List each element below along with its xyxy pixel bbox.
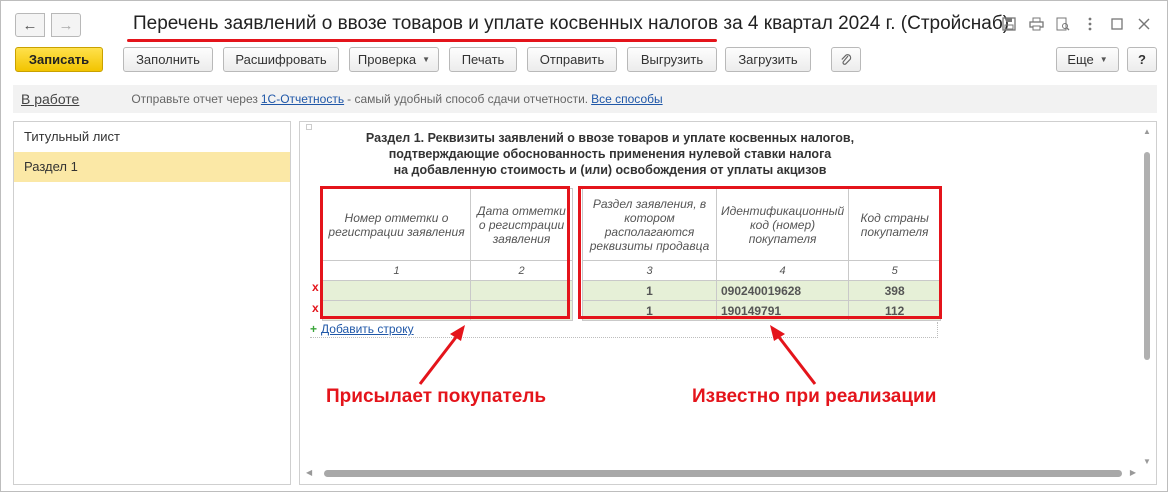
title-bar: ← → Перечень заявлений о ввозе товаров и… <box>1 1 1167 45</box>
more-button[interactable]: Еще ▼ <box>1056 47 1119 72</box>
sidebar-item-title-page[interactable]: Титульный лист <box>14 122 290 152</box>
check-button-label: Проверка <box>357 52 417 67</box>
caret-down-icon: ▼ <box>422 55 431 64</box>
horizontal-scroll-thumb[interactable] <box>324 470 1122 477</box>
send-button[interactable]: Отправить <box>527 47 617 72</box>
more-button-label: Еще <box>1067 52 1094 67</box>
scroll-down-icon[interactable]: ▼ <box>1142 456 1152 468</box>
arrow-left-annotation <box>418 331 462 385</box>
decode-button[interactable]: Расшифровать <box>223 47 339 72</box>
annotation-known-at-sale: Известно при реализации <box>692 386 937 407</box>
arrowhead-left <box>450 325 465 341</box>
info-text-middle: - самый удобный способ сдачи отчетности. <box>347 92 589 106</box>
title-underline-annotation <box>127 39 717 42</box>
reporting-service-link[interactable]: 1С-Отчетность <box>261 92 344 106</box>
print-button[interactable]: Печать <box>449 47 517 72</box>
sidebar-item-section-1[interactable]: Раздел 1 <box>14 152 290 182</box>
info-text-before: Отправьте отчет через <box>131 92 258 106</box>
scroll-up-icon[interactable]: ▲ <box>1142 126 1152 138</box>
vertical-scroll-thumb[interactable] <box>1144 152 1150 360</box>
status-link[interactable]: В работе <box>21 91 79 107</box>
arrow-left-icon: ← <box>22 16 38 34</box>
back-button[interactable]: ← <box>15 13 45 37</box>
info-bar: В работе Отправьте отчет через 1С-Отчетн… <box>13 85 1157 113</box>
close-icon[interactable] <box>1135 15 1153 33</box>
paperclip-icon <box>841 53 852 65</box>
save-icon[interactable] <box>1000 15 1018 33</box>
arrowhead-right <box>770 325 785 341</box>
fill-button[interactable]: Заполнить <box>123 47 213 72</box>
annotation-buyer-sends: Присылает покупатель <box>326 386 547 407</box>
export-button[interactable]: Выгрузить <box>627 47 717 72</box>
scroll-right-icon[interactable]: ▶ <box>1130 468 1136 477</box>
arrow-right-icon: → <box>58 16 74 34</box>
save-button[interactable]: Записать <box>15 47 103 72</box>
toolbar: Записать Заполнить Расшифровать Проверка… <box>1 47 1167 73</box>
scroll-left-icon[interactable]: ◀ <box>306 468 312 477</box>
window-title: Перечень заявлений о ввозе товаров и упл… <box>133 13 1010 34</box>
caret-down-icon: ▼ <box>1099 55 1108 64</box>
check-dropdown-button[interactable]: Проверка ▼ <box>349 47 439 72</box>
horizontal-scrollbar[interactable]: ◀ ▶ <box>306 468 1136 478</box>
preview-icon[interactable] <box>1054 15 1072 33</box>
maximize-icon[interactable] <box>1108 15 1126 33</box>
import-button[interactable]: Загрузить <box>725 47 811 72</box>
report-form: Раздел 1. Реквизиты заявлений о ввозе то… <box>299 121 1157 485</box>
print-icon[interactable] <box>1027 15 1045 33</box>
more-options-icon[interactable] <box>1081 15 1099 33</box>
vertical-scrollbar[interactable]: ▲ ▼ <box>1142 126 1152 468</box>
report-window: ← → Перечень заявлений о ввозе товаров и… <box>0 0 1168 492</box>
help-button[interactable]: ? <box>1127 47 1157 72</box>
attach-button[interactable] <box>831 47 861 72</box>
sections-list: Титульный лист Раздел 1 <box>13 121 291 485</box>
arrow-right-annotation <box>773 331 817 385</box>
forward-button[interactable]: → <box>51 13 81 37</box>
all-methods-link[interactable]: Все способы <box>591 92 663 106</box>
window-controls <box>1000 15 1153 33</box>
